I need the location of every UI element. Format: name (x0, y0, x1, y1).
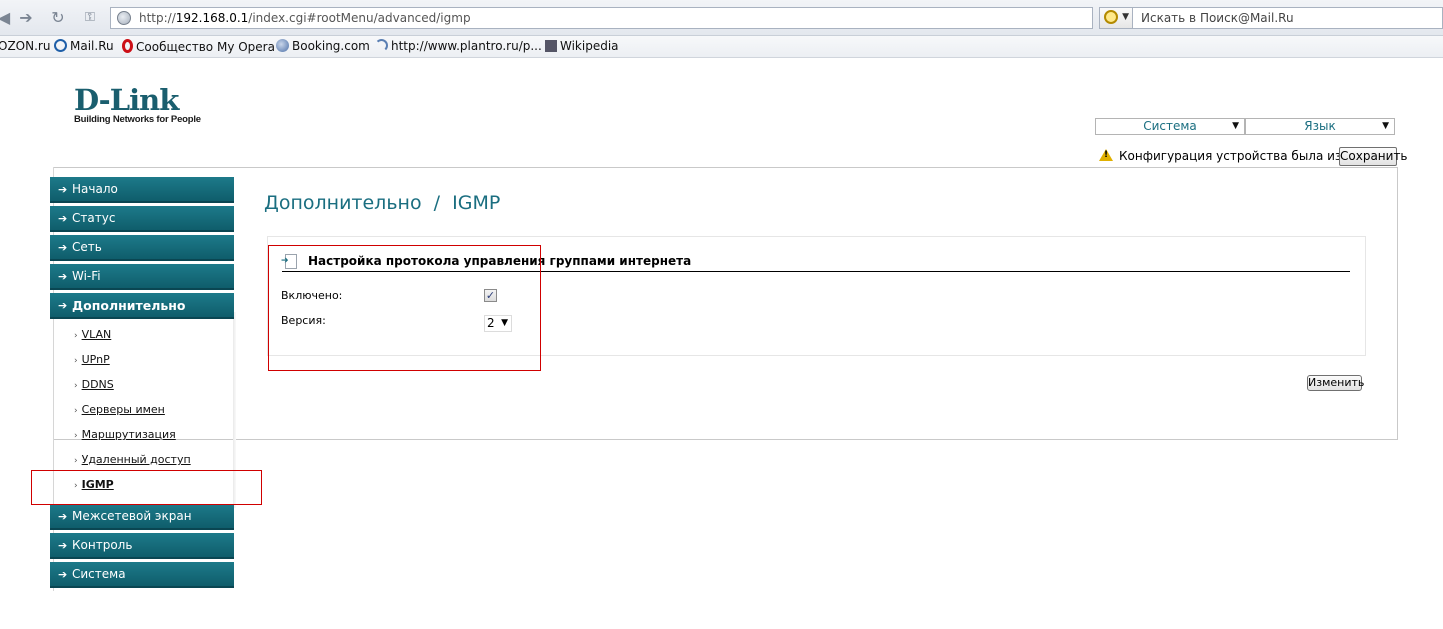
language-select[interactable]: Язык ▼ (1245, 118, 1395, 135)
search-input[interactable]: Искать в Поиск@Mail.Ru (1133, 7, 1443, 29)
dlink-logo: D-Link Building Networks for People (74, 86, 201, 126)
chevron-down-icon: ▼ (1382, 121, 1389, 131)
arrow-right-icon: ➔ (58, 510, 68, 523)
rss-icon (375, 39, 388, 52)
arrow-right-icon: ➔ (58, 241, 68, 254)
bookmark-wikipedia[interactable]: Wikipedia (545, 39, 619, 53)
logo-tagline: Building Networks for People (74, 114, 201, 125)
arrow-right-icon: ➔ (58, 539, 68, 552)
bookmarks-bar: OZON.ru Mail.Ru Сообщество My Opera Book… (0, 36, 1443, 58)
sidebar-item-firewall[interactable]: ➔ Межсетевой экран (50, 504, 234, 530)
forward-icon[interactable]: ➔ (16, 8, 36, 28)
apply-button[interactable]: Изменить (1307, 375, 1364, 391)
submenu-item-upnp[interactable]: › UPnP (74, 353, 110, 366)
sidebar-item-control[interactable]: ➔ Контроль (50, 533, 234, 559)
search-placeholder: Искать в Поиск@Mail.Ru (1141, 11, 1294, 25)
sidebar-item-system[interactable]: ➔ Система (50, 562, 234, 588)
chevron-down-icon: ▼ (1122, 12, 1129, 22)
annotation-highlight-settings (268, 245, 541, 371)
back-icon[interactable]: ◀ (0, 8, 14, 28)
sidebar-item-advanced[interactable]: ➔ Дополнительно (50, 293, 234, 319)
page-title: Дополнительно / IGMP (264, 192, 501, 214)
save-button[interactable]: Сохранить (1339, 147, 1408, 166)
reload-icon[interactable]: ↻ (48, 8, 68, 28)
browser-toolbar: ◀ ➔ ↻ ⚿ http://192.168.0.1/index.cgi#roo… (0, 0, 1443, 36)
annotation-highlight-igmp-menu (31, 470, 262, 505)
warning-icon (1099, 149, 1113, 161)
submenu-item-dns-servers[interactable]: › Серверы имен (74, 403, 165, 416)
bookmark-booking[interactable]: Booking.com (276, 39, 370, 53)
bookmark-my-opera[interactable]: Сообщество My Opera (122, 39, 275, 54)
chevron-down-icon: ▼ (1232, 121, 1239, 131)
at-icon (54, 39, 67, 52)
wikipedia-icon (545, 40, 557, 52)
submenu-item-ddns[interactable]: › DDNS (74, 378, 114, 391)
search-engine-button[interactable]: ▼ (1099, 7, 1133, 29)
key-icon[interactable]: ⚿ (80, 8, 100, 28)
arrow-right-icon: ➔ (58, 270, 68, 283)
bookmark-ozon[interactable]: OZON.ru (0, 39, 50, 53)
sidebar-item-wifi[interactable]: ➔ Wi-Fi (50, 264, 234, 290)
search-icon (1104, 10, 1118, 24)
arrow-right-icon: ➔ (58, 212, 68, 225)
sidebar-item-status[interactable]: ➔ Статус (50, 206, 234, 232)
globe-icon (276, 39, 289, 52)
arrow-right-icon: ➔ (58, 568, 68, 581)
sidebar-item-network[interactable]: ➔ Сеть (50, 235, 234, 261)
submenu-item-remote-access[interactable]: › Удаленный доступ (74, 453, 191, 466)
arrow-right-icon: ➔ (58, 183, 68, 196)
logo-text: D-Link (74, 83, 179, 117)
system-select[interactable]: Система ▼ (1095, 118, 1245, 135)
arrow-right-icon: ➔ (58, 299, 68, 312)
bookmark-mailru[interactable]: Mail.Ru (54, 39, 114, 53)
site-globe-icon (117, 11, 131, 25)
address-text[interactable]: http://192.168.0.1/index.cgi#rootMenu/ad… (139, 11, 471, 25)
opera-icon (122, 39, 133, 53)
address-bar[interactable]: http://192.168.0.1/index.cgi#rootMenu/ad… (110, 7, 1093, 29)
bookmark-plantro[interactable]: http://www.plantro.ru/p... (375, 39, 542, 53)
sidebar-item-start[interactable]: ➔ Начало (50, 177, 234, 203)
submenu-item-vlan[interactable]: › VLAN (74, 328, 111, 341)
submenu-item-routing[interactable]: › Маршрутизация (74, 428, 176, 441)
